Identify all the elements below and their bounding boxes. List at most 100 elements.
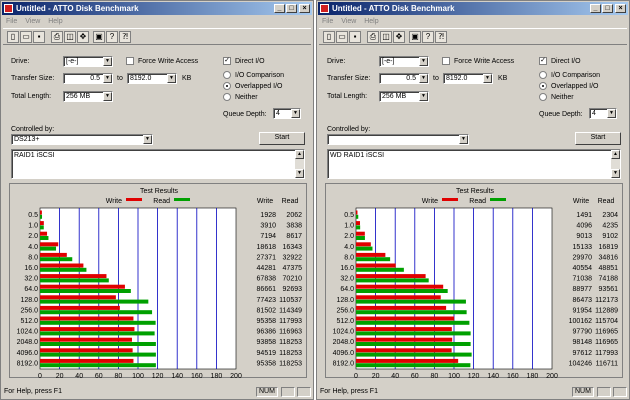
save-icon[interactable]: ▪ (349, 31, 361, 43)
y-tick-label: 16.0 (24, 265, 38, 272)
menu-help[interactable]: Help (48, 18, 62, 25)
queue-depth-select[interactable]: 4 ▼ (589, 108, 617, 119)
open-folder-icon[interactable]: ▭ (336, 31, 348, 43)
help-icon[interactable]: ? (422, 31, 434, 43)
save-icon[interactable]: ▪ (33, 31, 45, 43)
description-textarea[interactable]: RAID1 iSCSI ▲ ▼ (11, 149, 305, 179)
write-value-label: 95358 (257, 318, 277, 325)
menu-view[interactable]: View (341, 18, 356, 25)
y-tick-label: 8.0 (344, 254, 354, 261)
y-tick-label: 2048.0 (333, 339, 355, 346)
read-bar (40, 267, 87, 272)
direct-io-checkbox[interactable]: ✓ (223, 57, 231, 65)
print-preview-icon[interactable]: ◫ (64, 31, 76, 43)
scroll-down-icon[interactable]: ▼ (295, 169, 304, 178)
context-help-icon[interactable]: ⁈ (119, 31, 131, 43)
read-column-header: Read (598, 198, 615, 205)
chevron-down-icon[interactable]: ▼ (483, 74, 492, 83)
read-value-label: 116963 (279, 329, 302, 336)
maximize-button[interactable]: □ (286, 4, 297, 13)
disk-icon[interactable]: ▣ (93, 31, 105, 43)
write-bar (40, 358, 134, 363)
read-bar (356, 299, 466, 304)
chevron-down-icon[interactable]: ▼ (419, 74, 428, 83)
read-bar (40, 342, 156, 346)
new-file-icon[interactable]: ▯ (323, 31, 335, 43)
neither-radio[interactable] (223, 93, 231, 101)
close-button[interactable]: × (299, 4, 310, 13)
chevron-down-icon[interactable]: ▼ (459, 135, 468, 144)
transfer-size-to-select[interactable]: 8192.0 ▼ (443, 73, 493, 84)
chevron-down-icon[interactable]: ▼ (419, 92, 428, 101)
print-preview-icon[interactable]: ◫ (380, 31, 392, 43)
direct-io-checkbox[interactable]: ✓ (539, 57, 547, 65)
new-file-icon[interactable]: ▯ (7, 31, 19, 43)
title-bar[interactable]: Untitled - ATTO Disk Benchmark _ □ × (2, 2, 312, 15)
maximize-button[interactable]: □ (602, 4, 613, 13)
overlapped-io-radio[interactable] (539, 82, 547, 90)
scroll-up-icon[interactable]: ▲ (295, 150, 304, 159)
io-comparison-radio[interactable] (223, 71, 231, 79)
help-icon[interactable]: ? (106, 31, 118, 43)
chevron-down-icon[interactable]: ▼ (103, 57, 112, 66)
chevron-down-icon[interactable]: ▼ (103, 74, 112, 83)
scrollbar[interactable]: ▲ ▼ (611, 150, 620, 178)
force-write-checkbox[interactable] (126, 57, 134, 65)
open-folder-icon[interactable]: ▭ (20, 31, 32, 43)
write-value-label: 3910 (260, 223, 276, 230)
menu-view[interactable]: View (25, 18, 40, 25)
context-help-icon[interactable]: ⁈ (435, 31, 447, 43)
io-comparison-radio[interactable] (539, 71, 547, 79)
scroll-down-icon[interactable]: ▼ (611, 169, 620, 178)
chevron-down-icon[interactable]: ▼ (103, 92, 112, 101)
scrollbar[interactable]: ▲ ▼ (295, 150, 304, 178)
start-button[interactable]: Start (575, 132, 621, 145)
move-icon[interactable]: ✥ (393, 31, 405, 43)
legend-read-swatch (490, 198, 506, 201)
menu-file[interactable]: File (6, 18, 17, 25)
close-button[interactable]: × (615, 4, 626, 13)
disk-icon[interactable]: ▣ (409, 31, 421, 43)
scroll-up-icon[interactable]: ▲ (611, 150, 620, 159)
controlled-by-select[interactable]: ▼ (327, 134, 469, 145)
drive-select[interactable]: [-e-] ▼ (379, 56, 429, 67)
controlled-by-select[interactable]: DS213+ ▼ (11, 134, 153, 145)
drive-select[interactable]: [-e-] ▼ (63, 56, 113, 67)
transfer-size-to-select[interactable]: 8192.0 ▼ (127, 73, 177, 84)
menu-file[interactable]: File (322, 18, 333, 25)
start-button[interactable]: Start (259, 132, 305, 145)
write-bar (356, 337, 453, 342)
print-icon[interactable]: ⎙ (367, 31, 379, 43)
chart-title: Test Results (140, 188, 179, 195)
y-tick-label: 2.0 (344, 233, 354, 240)
neither-radio[interactable] (539, 93, 547, 101)
queue-depth-select[interactable]: 4 ▼ (273, 108, 301, 119)
total-length-select[interactable]: 256 MB ▼ (379, 91, 429, 102)
chevron-down-icon[interactable]: ▼ (291, 109, 300, 118)
title-bar[interactable]: Untitled - ATTO Disk Benchmark _ □ × (318, 2, 628, 15)
overlapped-io-radio[interactable] (223, 82, 231, 90)
io-comparison-label: I/O Comparison (551, 72, 601, 79)
write-value-label: 88977 (573, 286, 593, 293)
force-write-checkbox[interactable] (442, 57, 450, 65)
move-icon[interactable]: ✥ (77, 31, 89, 43)
chevron-down-icon[interactable]: ▼ (167, 74, 176, 83)
transfer-size-from-select[interactable]: 0.5 ▼ (379, 73, 429, 84)
chevron-down-icon[interactable]: ▼ (607, 109, 616, 118)
print-icon[interactable]: ⎙ (51, 31, 63, 43)
app-icon (320, 4, 329, 13)
transfer-size-from-select[interactable]: 0.5 ▼ (63, 73, 113, 84)
chevron-down-icon[interactable]: ▼ (143, 135, 152, 144)
read-bar (356, 289, 448, 293)
read-bar (356, 246, 373, 251)
menu-help[interactable]: Help (364, 18, 378, 25)
minimize-button[interactable]: _ (590, 4, 601, 13)
chevron-down-icon[interactable]: ▼ (419, 57, 428, 66)
to-label: to (433, 75, 439, 82)
description-textarea[interactable]: WD RAID1 iSCSI ▲ ▼ (327, 149, 621, 179)
read-bar (40, 320, 156, 325)
minimize-button[interactable]: _ (274, 4, 285, 13)
read-bar (356, 320, 470, 325)
total-length-select[interactable]: 256 MB ▼ (63, 91, 113, 102)
read-value-label: 116965 (595, 339, 618, 346)
